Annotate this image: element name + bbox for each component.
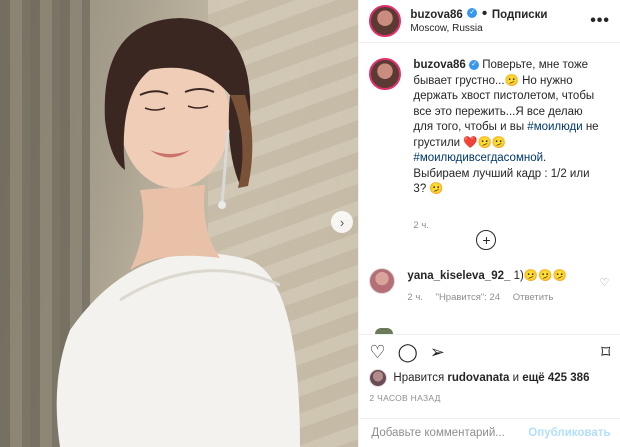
post-container: › buzova86 ✓ • Подписки Moscow, Russia •… (0, 0, 620, 447)
hashtag-link[interactable]: #моилюди (527, 121, 582, 133)
action-icons: ♡ ◯ ➢ ⌑ (359, 335, 620, 365)
next-photo-button[interactable]: › (331, 211, 353, 233)
publish-button[interactable]: Опубликовать (528, 427, 610, 439)
caption-body: buzova86 ✓ Поверьте, мне тоже бывает гру… (413, 58, 603, 233)
chevron-right-icon: › (339, 214, 345, 230)
liker-username[interactable]: rudovanata (447, 372, 509, 384)
likes-text: Нравится rudovanata и ещё 425 386 (393, 372, 589, 384)
likes-prefix: Нравится (393, 372, 448, 384)
share-icon[interactable]: ➢ (430, 343, 445, 361)
commenter-avatar[interactable] (369, 268, 396, 294)
post-time-ago: 2 ЧАСОВ НАЗАД (369, 393, 441, 403)
comment-item: yana_kiseleva_92_ 1)🫤🫤🫤 2 ч. "Нравится":… (369, 268, 609, 303)
comment-text: 1)🫤🫤🫤 (510, 270, 567, 282)
post-location[interactable]: Moscow, Russia (410, 22, 590, 36)
header-text: buzova86 ✓ • Подписки Moscow, Russia (410, 4, 590, 36)
comment-bubble-icon[interactable]: ◯ (398, 343, 418, 361)
author-username[interactable]: buzova86 (410, 9, 462, 21)
load-more-comments-button[interactable]: + (476, 230, 497, 250)
post-caption: buzova86 ✓ Поверьте, мне тоже бывает гру… (359, 43, 620, 233)
commenter-username[interactable]: yana_kiseleva_92_ (407, 270, 510, 282)
likes-middle: и (509, 372, 523, 384)
comment-like-icon[interactable]: ♡ (600, 276, 610, 303)
likes-count[interactable]: ещё 425 386 (522, 372, 589, 384)
more-options-icon[interactable]: ••• (590, 12, 610, 30)
likes-summary: Нравится rudovanata и ещё 425 386 (359, 365, 620, 391)
add-comment-bar: Опубликовать (359, 418, 620, 447)
caption-verified-icon: ✓ (469, 59, 480, 70)
post-header: buzova86 ✓ • Подписки Moscow, Russia ••• (359, 0, 620, 43)
photo-portrait (56, 18, 300, 447)
comment-body: yana_kiseleva_92_ 1)🫤🫤🫤 2 ч. "Нравится":… (407, 268, 599, 303)
hashtag-link[interactable]: #моилюдивсегдасомной (413, 152, 543, 164)
heart-icon[interactable]: ♡ (369, 343, 385, 361)
bookmark-icon[interactable]: ⌑ (601, 343, 610, 361)
comment-input[interactable] (369, 426, 529, 440)
caption-avatar[interactable] (369, 58, 402, 90)
following-button[interactable]: Подписки (492, 9, 548, 21)
comment-meta: 2 ч. "Нравится": 24 Ответить (407, 292, 599, 303)
post-side-panel: buzova86 ✓ • Подписки Moscow, Russia •••… (358, 0, 620, 447)
header-separator: • (481, 4, 488, 22)
caption-username[interactable]: buzova86 (413, 59, 465, 71)
comment-likes-count[interactable]: "Нравится": 24 (436, 292, 501, 303)
verified-badge-icon: ✓ (467, 8, 478, 19)
reply-button[interactable]: Ответить (513, 292, 554, 303)
comment-time: 2 ч. (407, 292, 423, 303)
caption-time: 2 ч. (413, 219, 429, 231)
post-actions: ♡ ◯ ➢ ⌑ Нравится rudovanata и ещё 425 38… (359, 334, 620, 405)
post-photo[interactable]: › (0, 0, 359, 447)
plus-icon: + (482, 232, 491, 248)
author-avatar[interactable] (369, 5, 402, 37)
liker-avatar[interactable] (369, 369, 388, 387)
